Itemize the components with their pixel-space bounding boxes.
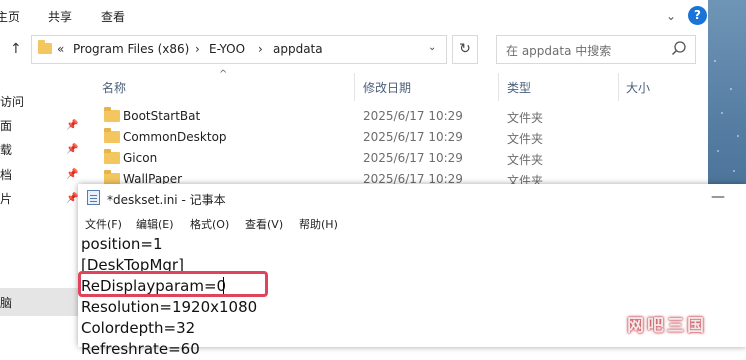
address-history-dropdown-icon[interactable]: ⌄ <box>428 42 436 53</box>
column-divider[interactable] <box>618 73 619 101</box>
text-line: Colordepth=32 <box>81 319 196 337</box>
column-name[interactable]: 名称 <box>102 79 126 96</box>
nav-item-desktop[interactable]: 面 <box>0 117 12 134</box>
notepad-titlebar[interactable]: *deskset.ini - 记事本 — <box>78 184 746 212</box>
breadcrumb-separator[interactable]: › <box>195 42 200 56</box>
file-name: BootStartBat <box>123 109 201 123</box>
menu-help[interactable]: 帮助(H) <box>299 216 338 232</box>
breadcrumb-separator[interactable]: › <box>258 42 263 56</box>
search-placeholder: 在 appdata 中搜索 <box>506 44 612 58</box>
file-name: CommonDesktop <box>123 130 227 144</box>
file-name: Gicon <box>123 151 158 165</box>
nav-item-quick-access[interactable]: 访问 <box>0 93 24 110</box>
breadcrumb-e-yoo[interactable]: E-YOO <box>209 42 245 56</box>
file-row[interactable]: Gicon 2025/6/17 10:29 文件夹 <box>88 148 708 168</box>
expand-ribbon-icon[interactable]: ⌄ <box>663 8 679 24</box>
folder-icon <box>104 149 120 164</box>
help-icon[interactable]: ? <box>688 6 707 25</box>
nav-item-downloads[interactable]: 载 <box>0 141 12 158</box>
navigation-pane: 访问 面 📌 载 📌 档 📌 片 📌 脑 <box>0 75 88 347</box>
file-date: 2025/6/17 10:29 <box>363 130 463 144</box>
file-type: 文件夹 <box>507 153 544 167</box>
text-line: Resolution=1920x1080 <box>81 298 258 316</box>
desktop-sparkle <box>733 170 735 172</box>
pin-icon: 📌 <box>66 193 79 204</box>
file-type: 文件夹 <box>507 111 544 125</box>
column-type[interactable]: 类型 <box>507 79 531 96</box>
tab-home[interactable]: 主页 <box>0 8 20 25</box>
tab-share[interactable]: 共享 <box>48 8 72 25</box>
pin-icon: 📌 <box>66 169 79 180</box>
column-divider[interactable] <box>498 73 499 101</box>
search-box[interactable]: 在 appdata 中搜索 <box>496 35 696 64</box>
file-row[interactable]: CommonDesktop 2025/6/17 10:29 文件夹 <box>88 127 708 147</box>
menu-file[interactable]: 文件(F) <box>85 216 122 232</box>
notepad-title: *deskset.ini - 记事本 <box>107 193 226 207</box>
nav-item-documents[interactable]: 档 <box>0 166 12 183</box>
nav-item-pictures[interactable]: 片 <box>0 190 12 207</box>
menu-edit[interactable]: 编辑(E) <box>136 216 174 232</box>
file-date: 2025/6/17 10:29 <box>363 151 463 165</box>
highlight-annotation <box>78 271 268 297</box>
pin-icon: 📌 <box>66 120 79 131</box>
text-line: position=1 <box>81 235 163 253</box>
sort-ascending-icon: ^ <box>219 69 228 80</box>
folder-icon <box>104 128 120 143</box>
pin-icon: 📌 <box>66 144 79 155</box>
file-row[interactable]: BootStartBat 2025/6/17 10:29 文件夹 <box>88 106 708 126</box>
minimize-icon[interactable]: — <box>711 189 725 205</box>
menu-format[interactable]: 格式(O) <box>190 216 229 232</box>
menu-view[interactable]: 查看(V) <box>245 216 283 232</box>
column-date-modified[interactable]: 修改日期 <box>363 79 411 96</box>
address-overflow[interactable]: « <box>57 42 64 56</box>
desktop-sparkle <box>717 150 719 152</box>
notepad-icon <box>87 190 100 205</box>
column-divider[interactable] <box>354 73 355 101</box>
nav-item-this-pc-selected[interactable]: 脑 <box>0 288 88 316</box>
desktop-sparkle <box>714 60 716 62</box>
text-line: Refreshrate=60 <box>81 340 200 358</box>
breadcrumb-program-files[interactable]: Program Files (x86) <box>73 42 189 56</box>
desktop-sparkle <box>730 88 732 90</box>
desktop-sparkle <box>737 135 739 137</box>
notepad-menubar: 文件(F) 编辑(E) 格式(O) 查看(V) 帮助(H) <box>78 212 746 234</box>
site-watermark: 网吧三国 <box>627 316 707 336</box>
ribbon-tabs: 主页 共享 查看 ⌄ ? <box>0 0 708 32</box>
tab-view[interactable]: 查看 <box>101 8 125 25</box>
desktop-sparkle <box>721 112 723 114</box>
refresh-button[interactable]: ↻ <box>452 35 478 64</box>
folder-icon <box>38 40 52 54</box>
file-type: 文件夹 <box>507 132 544 146</box>
breadcrumb-appdata[interactable]: appdata <box>273 42 323 56</box>
folder-icon <box>104 107 120 122</box>
column-size[interactable]: 大小 <box>626 79 650 96</box>
up-arrow-icon[interactable]: ↑ <box>10 41 22 57</box>
nav-item-this-pc: 脑 <box>0 296 13 310</box>
column-headers: ^ 名称 修改日期 类型 大小 <box>88 69 708 101</box>
file-date: 2025/6/17 10:29 <box>363 109 463 123</box>
address-bar[interactable]: « Program Files (x86) › E-YOO › appdata <box>31 35 447 64</box>
search-icon[interactable] <box>670 40 688 58</box>
